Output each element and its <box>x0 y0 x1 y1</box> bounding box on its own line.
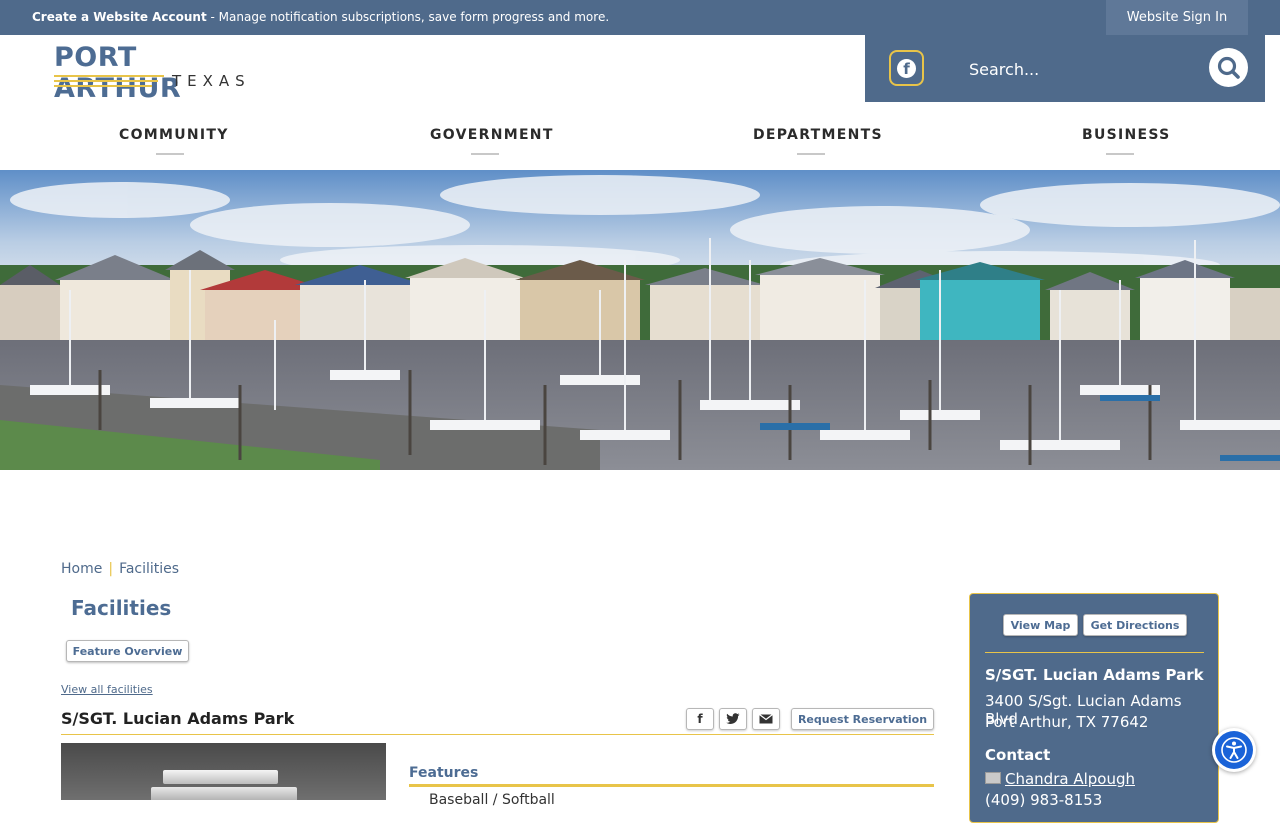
nav-item-label: COMMUNITY <box>119 127 229 143</box>
header-search-area: f <box>865 35 1265 102</box>
nav-item-business[interactable]: BUSINESS <box>1082 127 1169 155</box>
card-divider <box>985 652 1204 653</box>
share-email-button[interactable] <box>752 708 780 730</box>
accessibility-button[interactable] <box>1212 728 1256 772</box>
get-directions-button[interactable]: Get Directions <box>1083 614 1187 636</box>
top-utility-bar: Create a Website Account - Manage notifi… <box>0 0 1280 35</box>
request-reservation-button[interactable]: Request Reservation <box>791 708 934 730</box>
nav-underline <box>1106 153 1134 155</box>
address-line-2: Port Arthur, TX 77642 <box>985 713 1149 731</box>
page-title: Facilities <box>71 596 172 620</box>
contact-phone: (409) 983-8153 <box>985 791 1103 809</box>
search-input[interactable] <box>969 59 1189 79</box>
site-logo[interactable]: PORT ARTHUR TEXAS <box>54 42 264 104</box>
features-heading: Features <box>409 765 479 781</box>
facebook-icon: f <box>697 712 703 726</box>
facility-info-card: View Map Get Directions S/SGT. Lucian Ad… <box>969 593 1219 823</box>
nav-item-community[interactable]: COMMUNITY <box>119 127 227 155</box>
website-sign-in-button[interactable]: Website Sign In <box>1106 0 1248 35</box>
accessibility-icon <box>1221 737 1247 763</box>
contact-name-link[interactable]: Chandra Alpough <box>1005 770 1135 788</box>
feature-list-item: Baseball / Softball <box>429 792 555 808</box>
logo-stripe <box>54 80 158 82</box>
share-twitter-button[interactable] <box>719 708 747 730</box>
breadcrumb: Home | Facilities <box>61 561 179 577</box>
breadcrumb-home-link[interactable]: Home <box>61 561 102 577</box>
facility-name-heading: S/SGT. Lucian Adams Park <box>61 709 295 728</box>
nav-underline <box>471 153 499 155</box>
nav-item-label: BUSINESS <box>1082 127 1171 143</box>
create-account-message[interactable]: Create a Website Account - Manage notifi… <box>32 10 609 24</box>
photo-shape <box>163 770 278 784</box>
mail-icon <box>985 772 1001 784</box>
logo-state-name: TEXAS <box>172 72 251 90</box>
logo-stripe <box>54 85 152 87</box>
create-account-link[interactable]: Create a Website Account <box>32 10 207 24</box>
photo-shape <box>151 787 297 800</box>
features-divider <box>409 784 934 787</box>
view-map-button[interactable]: View Map <box>1003 614 1078 636</box>
facility-photo <box>61 743 386 800</box>
nav-underline <box>155 153 184 155</box>
nav-item-label: DEPARTMENTS <box>753 127 883 143</box>
nav-item-label: GOVERNMENT <box>430 127 554 143</box>
main-navigation: COMMUNITY GOVERNMENT DEPARTMENTS BUSINES… <box>0 102 1280 170</box>
breadcrumb-facilities-link[interactable]: Facilities <box>119 561 179 577</box>
twitter-icon <box>726 713 740 724</box>
facebook-link[interactable]: f <box>889 50 924 86</box>
email-icon <box>759 714 773 724</box>
facility-heading-divider <box>61 734 934 735</box>
marina-illustration <box>0 170 1280 470</box>
search-button[interactable] <box>1209 48 1248 87</box>
nav-item-government[interactable]: GOVERNMENT <box>430 127 552 155</box>
card-park-name: S/SGT. Lucian Adams Park <box>985 666 1204 684</box>
facebook-icon: f <box>897 58 916 78</box>
create-account-description: - Manage notification subscriptions, sav… <box>206 10 610 24</box>
view-all-facilities-link[interactable]: View all facilities <box>61 683 153 696</box>
logo-stripe <box>54 75 164 77</box>
search-icon <box>1217 56 1240 79</box>
feature-overview-button[interactable]: Feature Overview <box>66 640 189 662</box>
share-facebook-button[interactable]: f <box>686 708 714 730</box>
breadcrumb-separator: | <box>108 561 114 577</box>
nav-item-departments[interactable]: DEPARTMENTS <box>753 127 882 155</box>
contact-heading: Contact <box>985 746 1051 764</box>
nav-underline <box>796 153 825 155</box>
hero-banner-image <box>0 170 1280 470</box>
